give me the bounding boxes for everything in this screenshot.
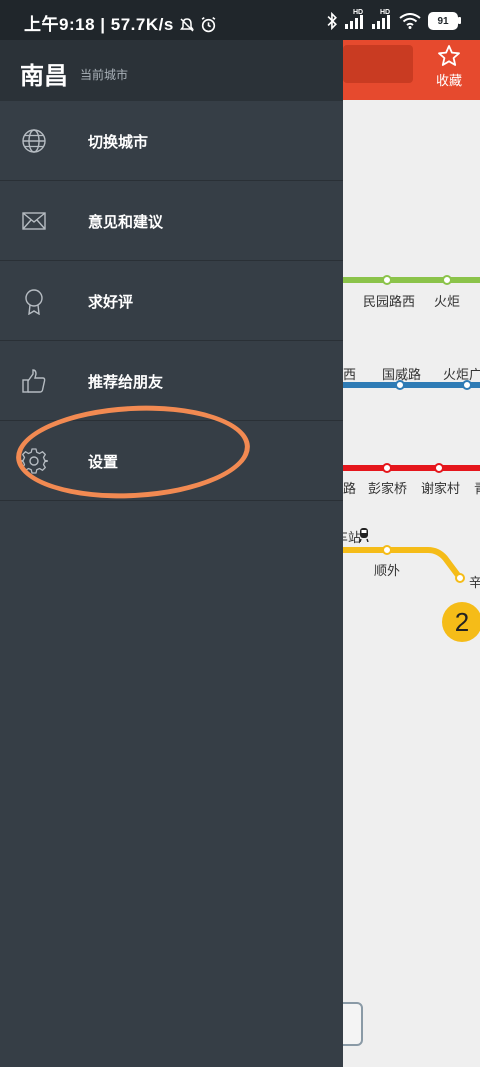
station-dot[interactable]: [442, 275, 452, 285]
status-right: HD HD 91: [327, 9, 461, 32]
blue-line: [343, 382, 480, 388]
globe-icon: [22, 129, 46, 153]
station-label[interactable]: 辛: [469, 572, 480, 591]
menu-item-settings[interactable]: 设置: [0, 421, 343, 501]
favorite-button[interactable]: 收藏: [428, 44, 470, 89]
favorite-label: 收藏: [435, 73, 462, 88]
signal-2: HD: [372, 9, 392, 29]
thumbs-up-icon: [22, 369, 46, 393]
menu-item-rate[interactable]: 求好评: [0, 261, 343, 341]
map-control-button[interactable]: [343, 1002, 363, 1046]
signal-1: HD: [345, 9, 365, 29]
navigation-drawer: 南昌 当前城市 切换城市 意见和建议 求好评 推荐给朋友 设置: [0, 40, 343, 1067]
bluetooth-icon: [327, 12, 337, 30]
search-bar[interactable]: [343, 45, 413, 83]
drawer-menu: 切换城市 意见和建议 求好评 推荐给朋友 设置: [0, 101, 343, 501]
status-left: 上午9:18 | 57.7K/s: [24, 10, 217, 35]
alarm-icon: [201, 16, 216, 33]
menu-item-label: 设置: [88, 454, 119, 471]
station-label[interactable]: 顺外: [374, 560, 400, 579]
battery-indicator: 91: [428, 12, 461, 30]
station-label[interactable]: 青: [474, 478, 480, 497]
station-dot[interactable]: [434, 463, 444, 473]
menu-item-recommend[interactable]: 推荐给朋友: [0, 341, 343, 421]
station-dot[interactable]: [462, 380, 472, 390]
station-label[interactable]: 火炬广: [443, 364, 480, 383]
station-label[interactable]: 谢家村: [421, 478, 460, 497]
menu-item-label: 求好评: [88, 294, 134, 311]
envelope-icon: [22, 212, 46, 230]
status-bar: 上午9:18 | 57.7K/s HD HD 91: [0, 0, 480, 40]
menu-item-feedback[interactable]: 意见和建议: [0, 181, 343, 261]
map-header: 收藏: [343, 40, 480, 100]
metro-map[interactable]: 收藏 民园路西 火炬 西 国威路 火炬广 路 彭家桥 谢家村 青 车站 顺外 辛…: [343, 40, 480, 1067]
station-dot[interactable]: [455, 573, 465, 583]
mute-bell-icon: [180, 18, 195, 32]
wifi-icon: [399, 13, 421, 29]
station-label[interactable]: 西: [343, 364, 356, 383]
menu-item-switch-city[interactable]: 切换城市: [0, 101, 343, 181]
station-dot[interactable]: [395, 380, 405, 390]
menu-item-label: 切换城市: [88, 134, 149, 151]
station-label[interactable]: 彭家桥: [368, 478, 407, 497]
menu-item-label: 推荐给朋友: [88, 374, 164, 391]
green-line: [343, 277, 480, 283]
station-dot[interactable]: [382, 545, 392, 555]
drawer-header: 南昌 当前城市: [0, 40, 343, 101]
award-icon: [25, 289, 43, 315]
station-label[interactable]: 路: [343, 478, 356, 497]
station-dot[interactable]: [382, 275, 392, 285]
current-city[interactable]: 南昌: [20, 56, 68, 91]
station-label[interactable]: 民园路西: [363, 291, 415, 310]
station-label[interactable]: 火炬: [434, 291, 460, 310]
red-line: [343, 465, 480, 471]
line-2-badge[interactable]: 2: [442, 602, 480, 642]
menu-item-label: 意见和建议: [88, 214, 164, 231]
gear-icon: [20, 448, 48, 474]
status-time: 上午9:18: [24, 15, 96, 34]
network-speed: 57.7K/s: [110, 15, 174, 34]
star-icon: [438, 45, 460, 66]
station-dot[interactable]: [382, 463, 392, 473]
current-city-caption: 当前城市: [80, 68, 129, 82]
